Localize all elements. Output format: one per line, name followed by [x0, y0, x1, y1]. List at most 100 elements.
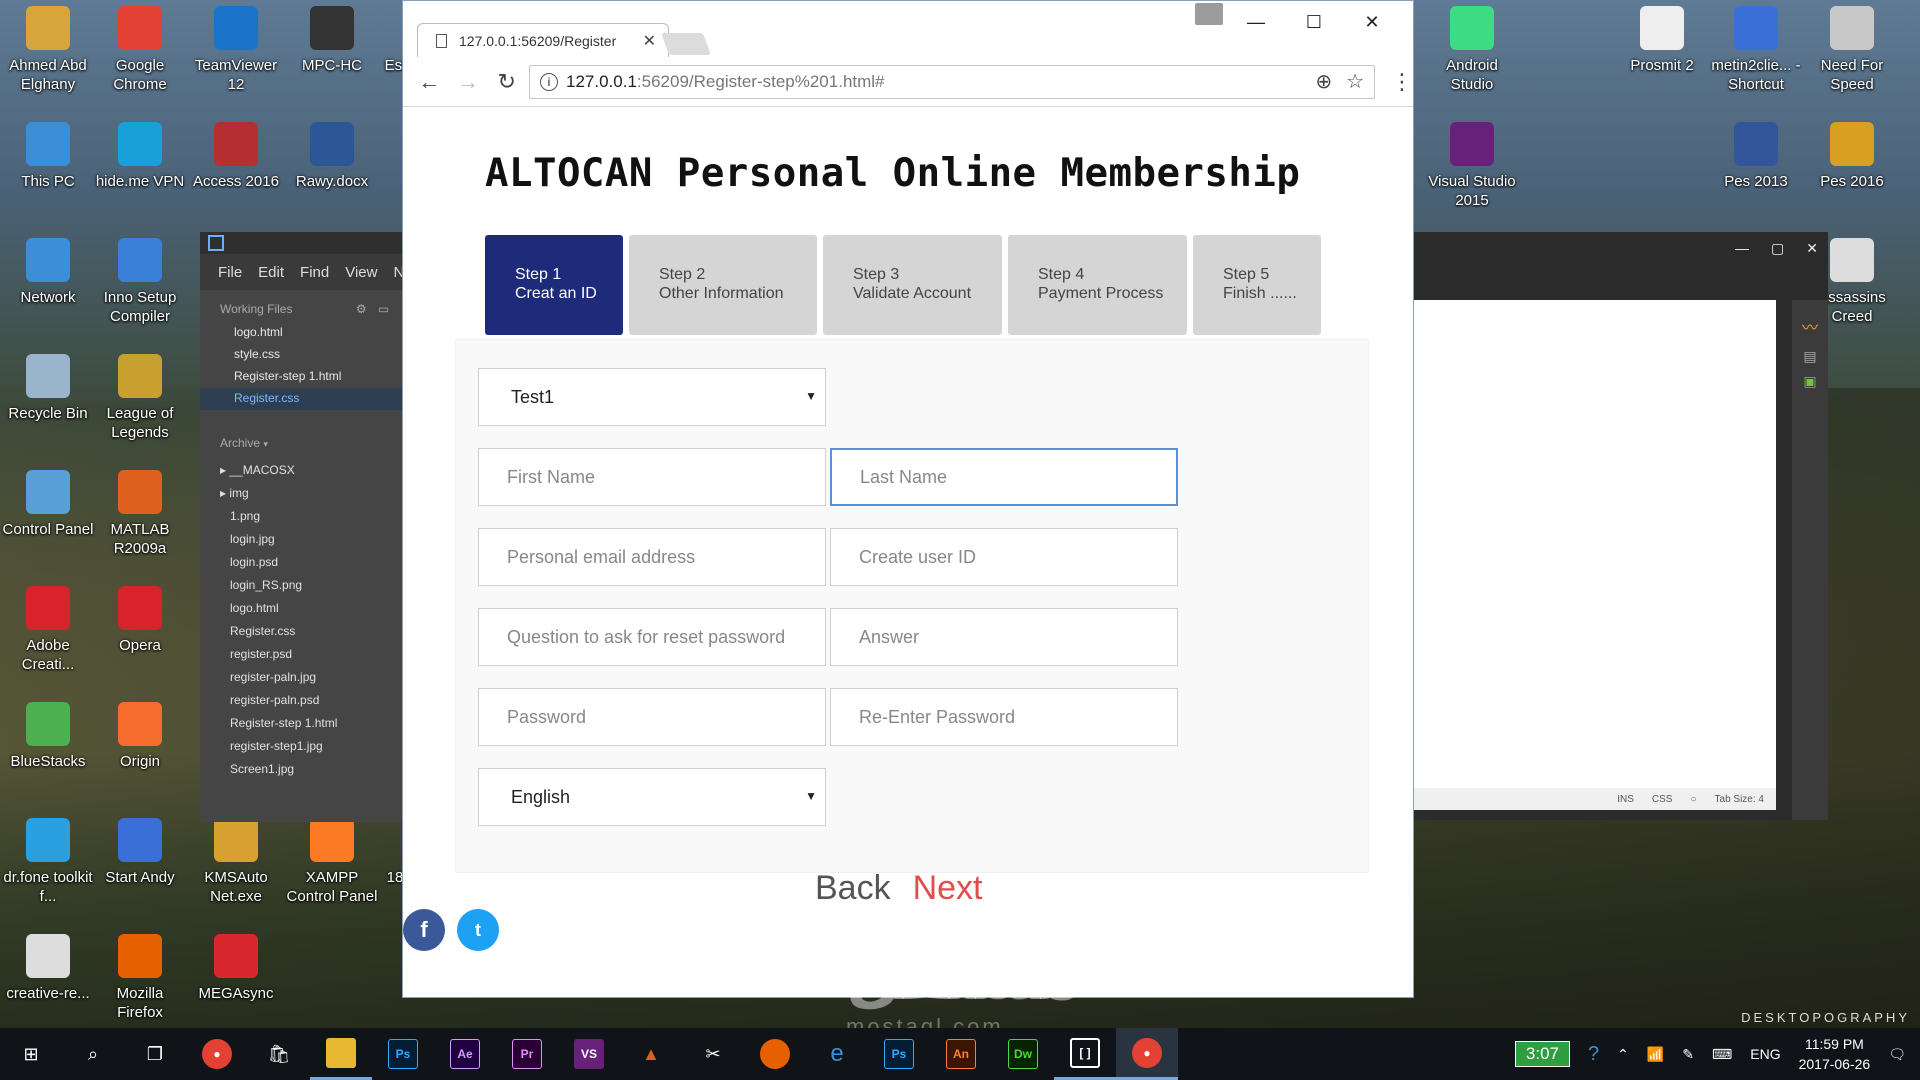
- step-tab-2[interactable]: Step 2 Other Information: [629, 235, 817, 335]
- close-tab-icon[interactable]: ✕: [643, 31, 656, 51]
- archive-file[interactable]: logo.html: [200, 598, 402, 621]
- chrome-titlebar[interactable]: 127.0.0.1:56209/Register ✕ — ☐ ✕: [403, 1, 1413, 57]
- desktop-icon[interactable]: Origin: [94, 702, 186, 771]
- working-file[interactable]: logo.html: [200, 322, 402, 344]
- gift-icon[interactable]: ▣: [1792, 373, 1828, 390]
- profile-icon[interactable]: [1195, 3, 1223, 25]
- desktop-icon[interactable]: Ahmed Abd Elghany: [2, 6, 94, 94]
- language-select[interactable]: English ▼: [478, 768, 826, 826]
- menu-find[interactable]: Find: [300, 264, 329, 281]
- start-button[interactable]: ⊞: [0, 1028, 62, 1080]
- split-icon[interactable]: ▭: [378, 302, 389, 316]
- first-name-input[interactable]: First Name: [478, 448, 826, 506]
- desktop-icon[interactable]: Android Studio: [1426, 6, 1518, 94]
- maximize-icon[interactable]: ▢: [1771, 240, 1784, 257]
- taskbar-premiere[interactable]: Pr: [496, 1028, 558, 1080]
- taskbar-edge[interactable]: e: [806, 1028, 868, 1080]
- menu-edit[interactable]: Edit: [258, 264, 284, 281]
- desktop-icon[interactable]: Adobe Creati...: [2, 586, 94, 674]
- archive-file[interactable]: register-paln.psd: [200, 690, 402, 713]
- archive-file[interactable]: register.psd: [200, 644, 402, 667]
- step-tab-3[interactable]: Step 3 Validate Account: [823, 235, 1002, 335]
- desktop-icon[interactable]: Mozilla Firefox: [94, 934, 186, 1022]
- tab-size[interactable]: Tab Size: 4: [1715, 794, 1764, 805]
- desktop-icon[interactable]: League of Legends: [94, 354, 186, 442]
- re-password-input[interactable]: Re-Enter Password: [830, 688, 1178, 746]
- search-button[interactable]: ⌕: [62, 1028, 124, 1080]
- desktop-icon[interactable]: TeamViewer 12: [190, 6, 282, 94]
- taskbar-firefox[interactable]: [744, 1028, 806, 1080]
- archive-file[interactable]: login.jpg: [200, 529, 402, 552]
- facebook-icon[interactable]: f: [403, 909, 445, 951]
- archive-file[interactable]: register-paln.jpg: [200, 667, 402, 690]
- help-icon[interactable]: ?: [1588, 1043, 1599, 1066]
- step-tab-5[interactable]: Step 5 Finish ......: [1193, 235, 1321, 335]
- desktop-icon[interactable]: Pes 2016: [1806, 122, 1898, 191]
- chevron-up-icon[interactable]: ⌃: [1617, 1046, 1629, 1063]
- taskbar-chrome[interactable]: ●: [186, 1028, 248, 1080]
- taskbar-store[interactable]: 🛍: [248, 1028, 310, 1080]
- working-file-selected[interactable]: Register.css: [200, 388, 402, 410]
- desktop-icon[interactable]: dr.fone toolkit f...: [2, 818, 94, 906]
- email-input[interactable]: Personal email address: [478, 528, 826, 586]
- info-icon[interactable]: i: [540, 72, 559, 91]
- archive-file[interactable]: 1.png: [200, 506, 402, 529]
- security-question-input[interactable]: Question to ask for reset password: [478, 608, 826, 666]
- working-file[interactable]: Register-step 1.html: [200, 366, 402, 388]
- back-arrow-icon[interactable]: ←: [413, 65, 446, 99]
- taskbar-brackets[interactable]: [ ]: [1054, 1028, 1116, 1080]
- notification-icon[interactable]: 🗨: [1888, 1046, 1906, 1063]
- language-indicator[interactable]: ENG: [1750, 1046, 1780, 1062]
- archive-header[interactable]: Archive ▾: [200, 410, 402, 456]
- archive-file[interactable]: Register-step 1.html: [200, 713, 402, 736]
- new-tab-button[interactable]: [660, 33, 712, 55]
- taskbar-explorer[interactable]: [310, 1028, 372, 1080]
- password-input[interactable]: Password: [478, 688, 826, 746]
- twitter-icon[interactable]: t: [457, 909, 499, 951]
- gpu-temp-badge[interactable]: 3:07: [1514, 1041, 1570, 1067]
- archive-file[interactable]: Screen1.jpg: [200, 759, 402, 782]
- security-answer-input[interactable]: Answer: [830, 608, 1178, 666]
- taskbar-matlab[interactable]: ▲: [620, 1028, 682, 1080]
- desktop-icon[interactable]: MPC-HC: [286, 6, 378, 75]
- desktop-icon[interactable]: Opera: [94, 586, 186, 655]
- desktop-icon[interactable]: Rawy.docx: [286, 122, 378, 191]
- desktop-icon[interactable]: Control Panel: [2, 470, 94, 539]
- ins-indicator[interactable]: INS: [1617, 794, 1634, 805]
- desktop-icon[interactable]: Network: [2, 238, 94, 307]
- desktop-icon[interactable]: creative-re...: [2, 934, 94, 1003]
- back-button[interactable]: Back: [815, 869, 891, 908]
- taskbar-photoshop-2[interactable]: Ps: [868, 1028, 930, 1080]
- taskbar-photoshop[interactable]: Ps: [372, 1028, 434, 1080]
- brackets-titlebar[interactable]: [200, 232, 402, 254]
- wifi-icon[interactable]: 📶: [1647, 1046, 1664, 1063]
- step-tab-1[interactable]: Step 1 Creat an ID: [485, 235, 623, 335]
- taskbar-after-effects[interactable]: Ae: [434, 1028, 496, 1080]
- close-icon[interactable]: ✕: [1806, 240, 1818, 257]
- browser-tab[interactable]: 127.0.0.1:56209/Register ✕: [417, 23, 669, 57]
- minimize-icon[interactable]: —: [1735, 240, 1749, 257]
- menu-view[interactable]: View: [345, 264, 377, 281]
- taskbar-tools[interactable]: ✂: [682, 1028, 744, 1080]
- desktop-icon[interactable]: Start Andy: [94, 818, 186, 887]
- keyboard-icon[interactable]: ⌨: [1712, 1046, 1732, 1063]
- next-button[interactable]: Next: [913, 869, 983, 908]
- mode-selector[interactable]: CSS: [1652, 794, 1673, 805]
- desktop-icon[interactable]: metin2clie... - Shortcut: [1710, 6, 1802, 94]
- archive-file[interactable]: Register.css: [200, 621, 402, 644]
- desktop-icon[interactable]: Google Chrome: [94, 6, 186, 94]
- desktop-icon[interactable]: Prosmit 2: [1616, 6, 1708, 75]
- live-preview-icon[interactable]: 〰: [1792, 314, 1828, 338]
- desktop-icon[interactable]: Visual Studio 2015: [1426, 122, 1518, 210]
- taskbar-chrome-active[interactable]: ●: [1116, 1028, 1178, 1080]
- desktop-icon[interactable]: MATLAB R2009a: [94, 470, 186, 558]
- desktop-icon[interactable]: This PC: [2, 122, 94, 191]
- minimize-icon[interactable]: —: [1227, 7, 1285, 37]
- maximize-icon[interactable]: ☐: [1285, 7, 1343, 37]
- user-id-input[interactable]: Create user ID: [830, 528, 1178, 586]
- reload-icon[interactable]: ↻: [490, 65, 523, 99]
- working-file[interactable]: style.css: [200, 344, 402, 366]
- address-bar[interactable]: i 127.0.0.1:56209/Register-step%201.html…: [529, 64, 1376, 99]
- bookmark-star-icon[interactable]: ☆: [1346, 69, 1364, 94]
- taskbar-animate[interactable]: An: [930, 1028, 992, 1080]
